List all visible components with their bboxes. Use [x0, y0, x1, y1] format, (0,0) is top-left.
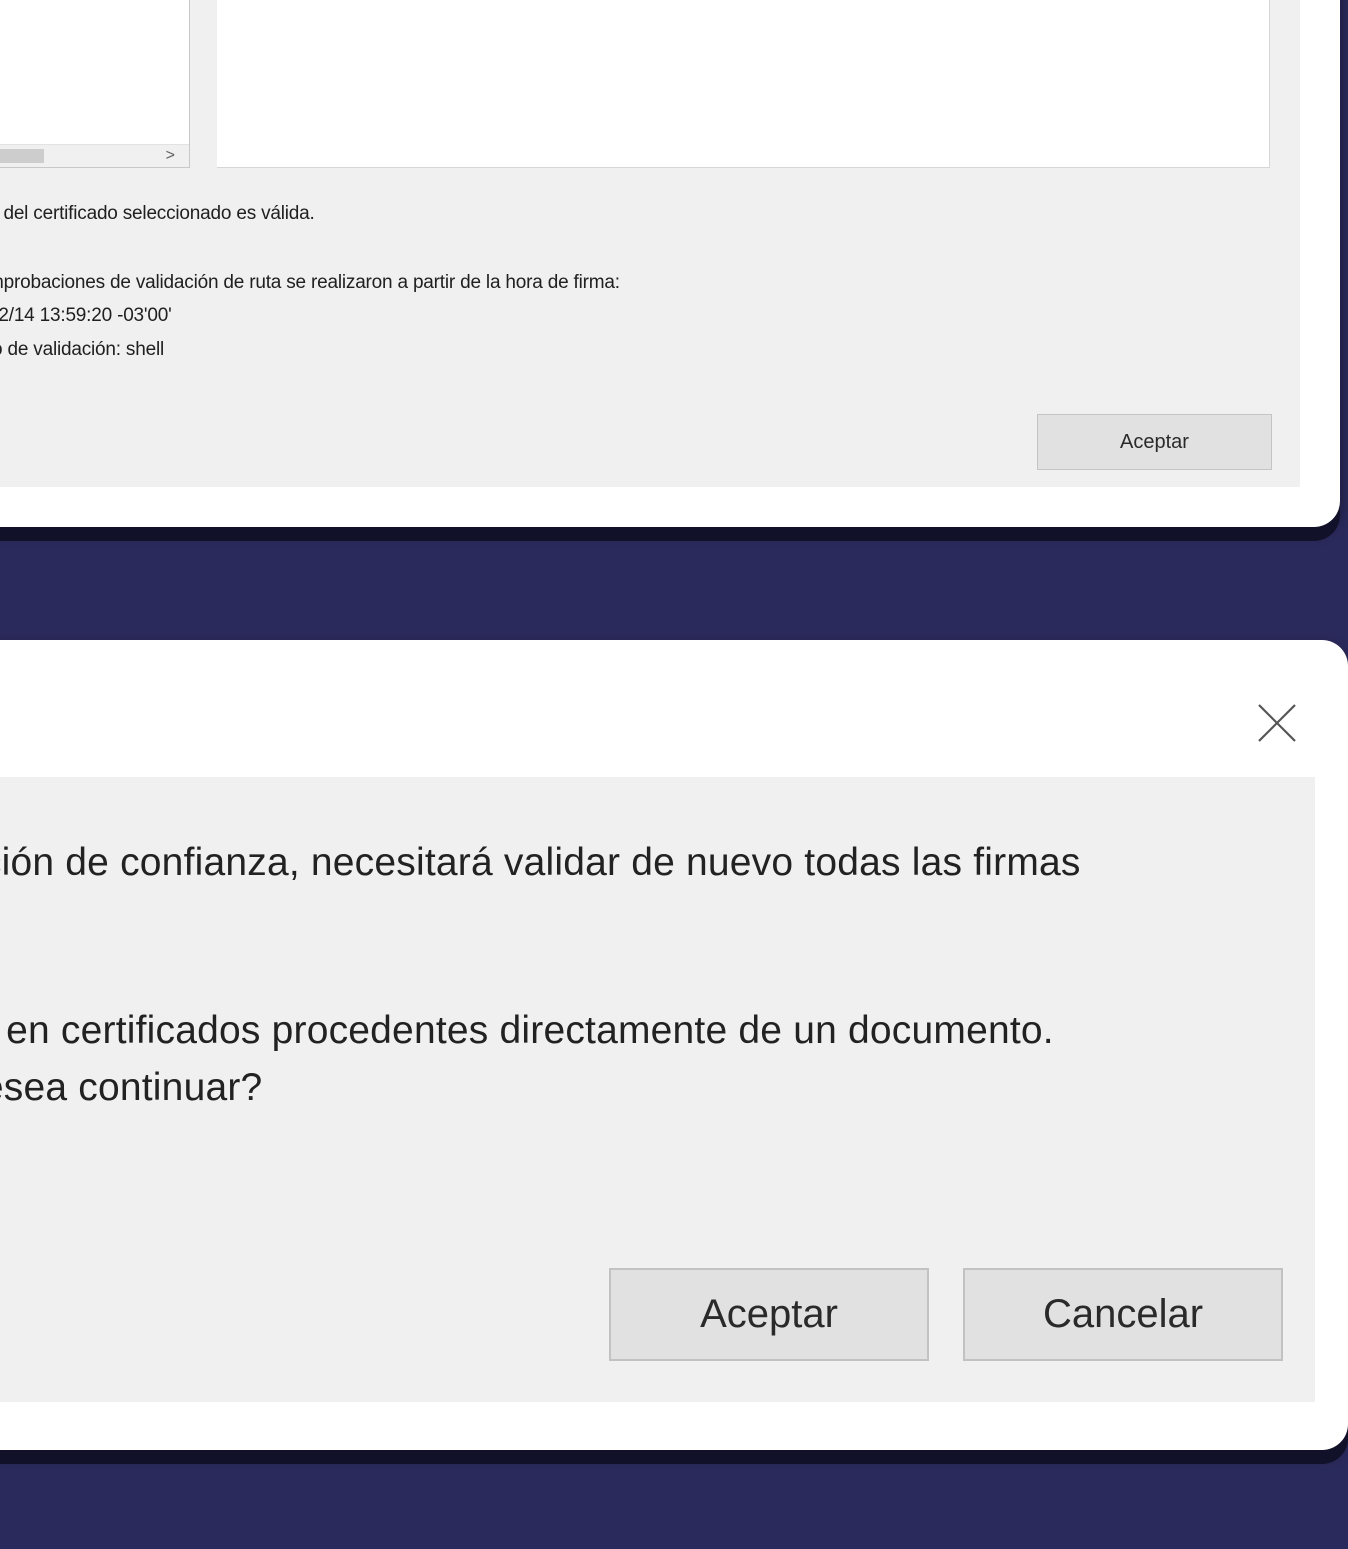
scrollbar-thumb[interactable]: [0, 149, 44, 163]
validity-status-text: a del certificado seleccionado es válida…: [0, 203, 315, 224]
confirm-cancel-button[interactable]: Cancelar: [963, 1268, 1283, 1361]
confirmation-question: desea continuar?: [0, 1066, 263, 1109]
certificate-ok-button[interactable]: Aceptar: [1037, 414, 1272, 470]
confirmation-message-line-1: ación de confianza, necesitará validar d…: [0, 841, 1081, 884]
certificate-path-tree[interactable]: >: [0, 0, 190, 168]
confirmation-message-line-2: ar en certificados procedentes directame…: [0, 1009, 1054, 1052]
confirmation-panel: ación de confianza, necesitará validar d…: [0, 777, 1315, 1402]
trust-confirmation-dialog: ación de confianza, necesitará validar d…: [0, 640, 1348, 1450]
horizontal-scrollbar[interactable]: >: [0, 144, 189, 167]
validation-model-text: lo de validación: shell: [0, 339, 165, 360]
close-icon[interactable]: [1256, 702, 1298, 744]
signing-time-value: 02/14 13:59:20 -03'00': [0, 305, 172, 326]
certificate-viewer-panel: > a del certificado seleccionado es váli…: [0, 0, 1300, 487]
confirm-ok-button[interactable]: Aceptar: [609, 1268, 929, 1361]
certificate-details-box: [217, 0, 1270, 168]
validation-time-note: mprobaciones de validación de ruta se re…: [0, 272, 620, 293]
chevron-right-icon[interactable]: >: [166, 145, 175, 167]
certificate-viewer-dialog: > a del certificado seleccionado es váli…: [0, 0, 1340, 527]
